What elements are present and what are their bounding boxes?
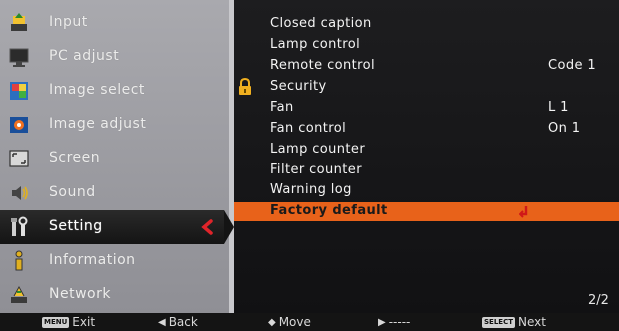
row-label: Lamp counter — [270, 142, 366, 157]
menu-item-label: Input — [49, 14, 88, 30]
key-guide-bar: MENU Exit ◀ Back ◆ Move ▶ ----- SELECT N… — [0, 313, 619, 331]
hint-exit: MENU Exit — [42, 315, 95, 329]
menu-item-setting[interactable]: Setting — [0, 210, 234, 244]
enter-icon — [518, 204, 529, 218]
row-value: Code 1 — [548, 58, 597, 73]
row-value: L 1 — [548, 100, 569, 115]
menu-item-label: Network — [49, 286, 111, 302]
hint-move: ◆ Move — [268, 315, 311, 329]
row-filter-counter[interactable]: Filter counter — [234, 161, 619, 180]
speaker-icon — [8, 182, 30, 204]
selection-pointer — [224, 210, 234, 244]
hint-dashes: ----- — [388, 315, 411, 329]
row-label: Filter counter — [270, 162, 362, 177]
row-fan[interactable]: Fan L 1 — [234, 99, 619, 118]
menu-item-label: PC adjust — [49, 48, 120, 64]
select-key-icon: SELECT — [482, 316, 515, 328]
menu-item-input[interactable]: Input — [0, 6, 229, 40]
row-label: Fan — [270, 100, 294, 115]
row-label: Lamp control — [270, 37, 361, 52]
osd-menu: Input PC adjust Image select Image adjus… — [0, 0, 619, 331]
hint-back-label: Back — [168, 315, 198, 329]
row-remote-control[interactable]: Remote control Code 1 — [234, 57, 619, 76]
row-closed-caption[interactable]: Closed caption — [234, 15, 619, 34]
menu-item-information[interactable]: Information — [0, 244, 229, 278]
menu-item-image-select[interactable]: Image select — [0, 74, 229, 108]
row-label: Fan control — [270, 121, 347, 136]
screen-icon — [8, 148, 30, 170]
row-label: Warning log — [270, 182, 352, 197]
main-menu-panel: Input PC adjust Image select Image adjus… — [0, 0, 234, 313]
menu-key-icon: MENU — [42, 316, 70, 328]
row-label: Factory default — [270, 203, 388, 218]
triangle-left-icon: ◀ — [158, 316, 166, 328]
menu-item-label: Image select — [49, 82, 145, 98]
up-down-arrows-icon: ◆ — [268, 316, 276, 328]
triangle-right-icon: ▶ — [378, 316, 386, 328]
hint-move-label: Move — [278, 315, 311, 329]
setting-icon — [8, 216, 30, 238]
menu-item-label: Screen — [49, 150, 101, 166]
row-factory-default[interactable]: Factory default — [234, 202, 619, 221]
row-label: Remote control — [270, 58, 375, 73]
hint-back: ◀ Back — [158, 315, 198, 329]
menu-item-label: Image adjust — [49, 116, 147, 132]
row-value: On 1 — [548, 121, 581, 136]
chevron-left-icon — [201, 219, 213, 235]
menu-item-screen[interactable]: Screen — [0, 142, 229, 176]
row-fan-control[interactable]: Fan control On 1 — [234, 120, 619, 139]
menu-item-pc-adjust[interactable]: PC adjust — [0, 40, 229, 74]
input-icon — [8, 12, 30, 34]
row-security[interactable]: Security — [234, 77, 619, 97]
row-lamp-control[interactable]: Lamp control — [234, 36, 619, 55]
row-warning-log[interactable]: Warning log — [234, 181, 619, 200]
information-icon — [8, 250, 30, 272]
menu-item-label: Sound — [49, 184, 96, 200]
menu-item-label: Setting — [49, 218, 103, 234]
row-label: Closed caption — [270, 16, 372, 31]
page-indicator: 2/2 — [588, 293, 609, 308]
row-label: Security — [270, 79, 327, 94]
monitor-icon — [8, 46, 30, 68]
network-icon — [8, 284, 30, 306]
hint-exit-label: Exit — [72, 315, 96, 329]
menu-item-label: Information — [49, 252, 136, 268]
menu-item-image-adjust[interactable]: Image adjust — [0, 108, 229, 142]
image-select-icon — [8, 80, 30, 102]
image-adjust-icon — [8, 114, 30, 136]
hint-next-arrow: ▶ ----- — [378, 315, 410, 329]
menu-item-network[interactable]: Network — [0, 278, 229, 312]
hint-next: SELECT Next — [482, 315, 546, 329]
lock-icon — [237, 77, 253, 96]
hint-next-label: Next — [517, 315, 546, 329]
menu-item-sound[interactable]: Sound — [0, 176, 229, 210]
row-lamp-counter[interactable]: Lamp counter — [234, 141, 619, 160]
settings-panel: Closed caption Lamp control Remote contr… — [234, 0, 619, 313]
